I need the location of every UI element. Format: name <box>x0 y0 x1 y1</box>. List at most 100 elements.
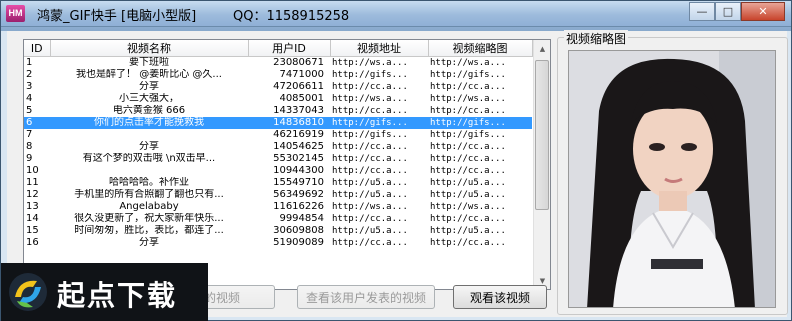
cell-video-name: 很久没更新了，祝大家新年快乐... <box>74 213 224 224</box>
table-row[interactable]: 8 分享 14054625 http://cc.a... http://cc.a... <box>24 141 532 153</box>
table-row[interactable]: 12 手机里的所有合照翻了翻也只有... 56349692 http://u5.a..… <box>24 189 532 201</box>
cell-video-name: 你们的点击率才能挽救我 <box>50 117 248 129</box>
cell-video-url: http://cc.a... <box>332 238 408 248</box>
cell-thumbnail-url: http://ws.a... <box>430 94 506 104</box>
cell-video-url: http://gifs... <box>330 117 428 129</box>
column-header[interactable]: 视频地址 <box>330 40 429 57</box>
cell-video-name: 分享 <box>139 237 159 248</box>
cell-id: 12 <box>26 189 39 200</box>
close-button[interactable]: ✕ <box>741 2 785 21</box>
video-list[interactable]: ID 视频名称 用户ID 视频地址 视频缩略图 1 要下班啦 23080671 http://… <box>23 39 551 290</box>
cell-id: 2 <box>26 69 33 80</box>
cell-id: 5 <box>26 105 33 116</box>
cell-video-name: 要下班啦 <box>129 57 169 68</box>
cell-id: 1 <box>26 57 33 68</box>
cell-user-id: 9994854 <box>279 213 324 224</box>
cell-thumbnail-url: http://gifs... <box>428 117 532 129</box>
view-user-posts-button[interactable]: 查看该用户发表的视频 <box>297 285 435 309</box>
cell-thumbnail-url: http://u5.a... <box>430 178 506 188</box>
cell-user-id: 30609808 <box>273 225 324 236</box>
minimize-button[interactable]: — <box>689 2 715 21</box>
app-window: HM 鸿蒙_GIF快手 [电脑小型版] QQ：1158915258 — □ ✕ … <box>0 0 792 321</box>
cell-video-url: http://cc.a... <box>332 154 408 164</box>
cell-thumbnail-url: http://cc.a... <box>430 142 506 152</box>
table-row[interactable]: 1 要下班啦 23080671 http://ws.a... http://ws.a..… <box>24 57 532 70</box>
cell-thumbnail-url: http://ws.a... <box>430 58 506 68</box>
cell-user-id: 14836810 <box>248 117 330 129</box>
table-row[interactable]: 13 Angelababy 11616226 http://ws.a... http:/… <box>24 201 532 213</box>
video-table: ID 视频名称 用户ID 视频地址 视频缩略图 1 要下班啦 23080671 http://… <box>24 40 533 249</box>
title-bar[interactable]: HM 鸿蒙_GIF快手 [电脑小型版] QQ：1158915258 — □ ✕ <box>1 1 791 27</box>
cell-user-id: 46216919 <box>273 129 324 140</box>
column-header[interactable]: ID <box>24 40 51 57</box>
thumbnail-portrait-illustration <box>569 51 775 307</box>
cell-id: 8 <box>26 141 33 152</box>
cell-user-id: 51909089 <box>273 237 324 248</box>
table-row[interactable]: 4 小三大强大， 4085001 http://ws.a... http://ws.a.… <box>24 93 532 105</box>
window-title: 鸿蒙_GIF快手 [电脑小型版] <box>37 9 197 24</box>
cell-user-id: 47206611 <box>273 81 324 92</box>
cell-thumbnail-url: http://cc.a... <box>430 166 506 176</box>
cell-thumbnail-url: http://u5.a... <box>430 226 506 236</box>
maximize-button[interactable]: □ <box>715 2 741 21</box>
list-vertical-scrollbar[interactable]: ▲ ▼ <box>533 40 550 289</box>
cell-user-id: 14054625 <box>273 141 324 152</box>
cell-thumbnail-url: http://u5.a... <box>430 190 506 200</box>
cell-id: 16 <box>26 237 39 248</box>
cell-user-id: 7471000 <box>279 69 324 80</box>
cell-video-url: http://cc.a... <box>332 142 408 152</box>
cell-id: 15 <box>26 225 39 236</box>
cell-thumbnail-url: http://cc.a... <box>430 106 506 116</box>
cell-id: 7 <box>26 129 33 140</box>
cell-thumbnail-url: http://cc.a... <box>430 82 506 92</box>
table-row[interactable]: 14 很久没更新了，祝大家新年快乐... 9994854 http://cc.a...… <box>24 213 532 225</box>
cell-video-name: 有这个梦的双击哦 \n双击早... <box>82 153 216 164</box>
cell-user-id: 11616226 <box>273 201 324 212</box>
table-row[interactable]: 5 电六黄金猴 666 14337043 http://cc.a... http://c… <box>24 105 532 117</box>
cell-video-url: http://cc.a... <box>332 214 408 224</box>
table-row[interactable]: 9 有这个梦的双击哦 \n双击早... 55302145 http://cc.a...… <box>24 153 532 165</box>
watch-video-button[interactable]: 观看该视频 <box>453 285 547 309</box>
cell-thumbnail-url: http://cc.a... <box>430 154 506 164</box>
scroll-up-arrow-icon[interactable]: ▲ <box>534 40 550 57</box>
cell-video-url: http://cc.a... <box>332 82 408 92</box>
column-header[interactable]: 用户ID <box>248 40 331 57</box>
qq-contact-text: QQ：1158915258 <box>233 9 350 24</box>
video-thumbnail-image <box>568 50 776 308</box>
scrollbar-thumb[interactable] <box>535 60 549 210</box>
table-row[interactable]: 10 10944300 http://cc.a... http://cc.a... <box>24 165 532 177</box>
cell-video-name: 分享 <box>139 141 159 152</box>
cell-video-name: 时间匆匆，胜比，表比，都连了... <box>74 225 224 236</box>
cell-id: 13 <box>26 201 39 212</box>
watermark-overlay: 起点下载 <box>1 263 208 321</box>
cell-video-name: 哈哈哈哈。补作业 <box>109 177 189 188</box>
table-row[interactable]: 6 你们的点击率才能挽救我 14836810 http://gifs... http:/… <box>24 117 532 129</box>
watermark-logo-icon <box>9 273 47 311</box>
app-icon: HM <box>6 5 25 22</box>
cell-video-url: http://gifs... <box>332 130 408 140</box>
cell-id: 10 <box>26 165 39 176</box>
cell-video-name: 分享 <box>139 81 159 92</box>
table-row[interactable]: 2 我也是醉了！ @姜昕比心 @久... 7471000 http://gifs...… <box>24 69 532 81</box>
table-row[interactable]: 7 46216919 http://gifs... http://gifs... <box>24 129 532 141</box>
cell-user-id: 10944300 <box>273 165 324 176</box>
cell-thumbnail-url: http://gifs... <box>430 70 506 80</box>
cell-id: 6 <box>24 117 50 129</box>
table-row[interactable]: 11 哈哈哈哈。补作业 15549710 http://u5.a... http://u… <box>24 177 532 189</box>
cell-video-url: http://u5.a... <box>332 190 408 200</box>
column-header[interactable]: 视频缩略图 <box>428 40 533 57</box>
cell-video-url: http://u5.a... <box>332 226 408 236</box>
cell-video-url: http://ws.a... <box>332 58 408 68</box>
table-row[interactable]: 16 分享 51909089 http://cc.a... http://cc.a... <box>24 237 532 249</box>
cell-video-url: http://ws.a... <box>332 94 408 104</box>
column-header[interactable]: 视频名称 <box>50 40 249 57</box>
window-controls: — □ ✕ <box>689 2 785 21</box>
watermark-text: 起点下载 <box>57 279 178 312</box>
table-row[interactable]: 3 分享 47206611 http://cc.a... http://cc.a... <box>24 81 532 93</box>
cell-thumbnail-url: http://cc.a... <box>430 238 506 248</box>
cell-thumbnail-url: http://gifs... <box>430 130 506 140</box>
table-row[interactable]: 15 时间匆匆，胜比，表比，都连了... 30609808 http://u5.a..… <box>24 225 532 237</box>
thumbnail-groupbox: 视频缩略图 <box>557 30 788 315</box>
cell-video-name <box>50 165 248 177</box>
cell-user-id: 55302145 <box>273 153 324 164</box>
